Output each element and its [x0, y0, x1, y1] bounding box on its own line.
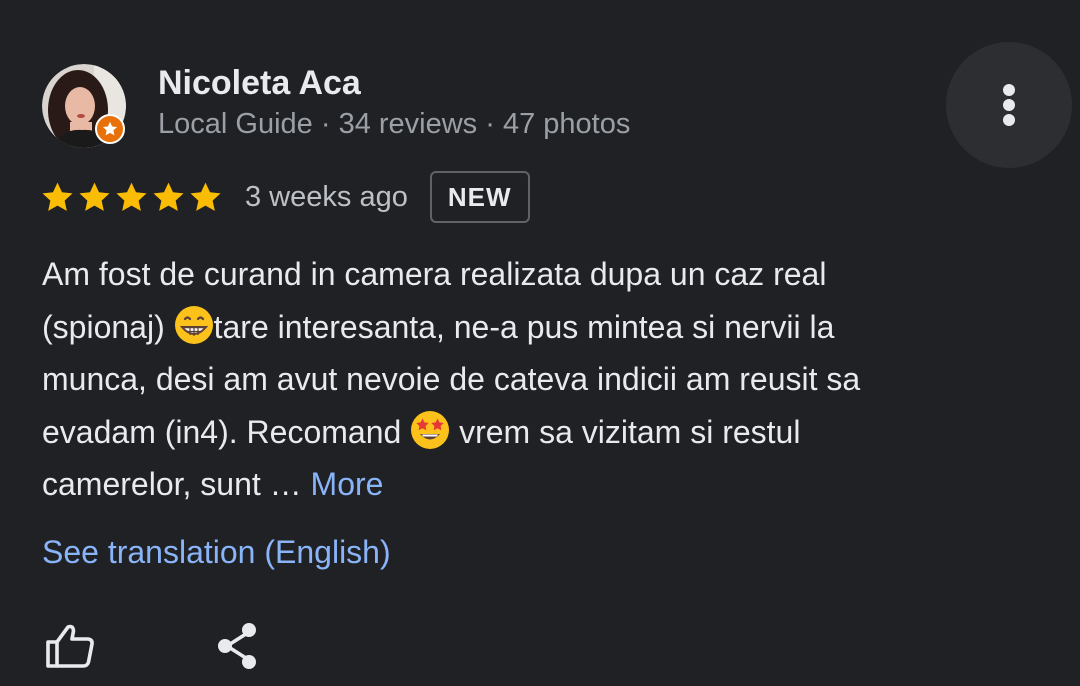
reviewer-role: Local Guide [158, 108, 313, 140]
star-rating [40, 180, 223, 215]
review-text-line: Am fost de curand in camera realizata du… [42, 256, 827, 292]
reviewer-name[interactable]: Nicoleta Aca [158, 64, 361, 103]
star-icon [153, 182, 184, 211]
more-options-button[interactable] [946, 42, 1072, 168]
review-text-line: camerelor, sunt … More [42, 458, 1032, 511]
grinning-face-emoji [174, 305, 214, 345]
review-text-line: (spionaj) tare interesanta, ne-a pus min… [42, 301, 1032, 354]
more-vert-icon [1003, 84, 1015, 126]
star-struck-emoji [410, 410, 450, 450]
review-text-line: evadam (in4). Recomand vrem sa vizitam s… [42, 406, 1032, 459]
share-button[interactable] [210, 618, 266, 674]
review-text: Am fost de curand in camera realizata du… [42, 248, 1032, 511]
meta-separator: · [477, 108, 503, 140]
share-icon [218, 623, 256, 669]
meta-separator: · [312, 108, 339, 140]
review-text-segment: camerelor, sunt … [42, 466, 311, 502]
thumbs-up-icon [46, 624, 94, 668]
star-icon [190, 182, 221, 211]
reviewer-meta: Local Guide · 34 reviews · 47 photos [158, 108, 630, 141]
star-icon [116, 182, 147, 211]
review-text-segment: evadam (in4). Recomand [42, 413, 411, 450]
reviewer-photo-count: 47 photos [502, 108, 631, 140]
read-more-link[interactable]: More [311, 466, 384, 502]
avatar[interactable] [42, 64, 126, 148]
new-badge: NEW [429, 171, 530, 223]
review-text-segment: (spionaj) [42, 308, 174, 345]
star-icon [79, 182, 110, 211]
review-text-segment: vrem sa vizitam si restul [450, 413, 801, 450]
see-translation-link[interactable]: See translation (English) [42, 534, 391, 571]
star-icon [42, 182, 73, 211]
like-button[interactable] [42, 618, 98, 674]
rating-row: 3 weeks ago NEW [40, 170, 530, 224]
reviewer-review-count: 34 reviews [338, 108, 478, 140]
local-guide-star-icon [95, 114, 125, 144]
review-text-line: munca, desi am avut nevoie de cateva ind… [42, 361, 861, 397]
review-time: 3 weeks ago [245, 180, 408, 213]
review-text-segment: tare interesanta, ne-a pus mintea si ner… [213, 308, 835, 345]
